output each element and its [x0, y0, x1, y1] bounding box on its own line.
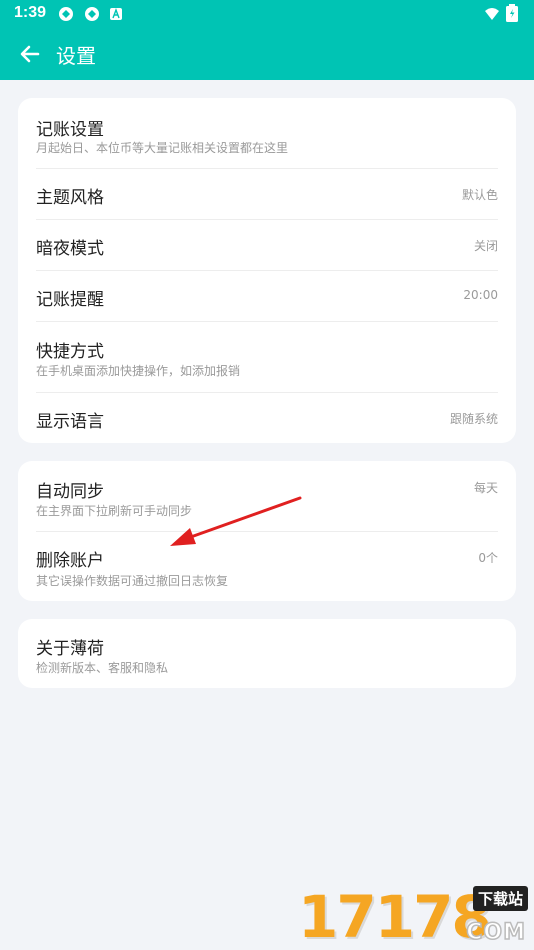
row-value: 20:00 [463, 288, 498, 302]
watermark-logo: 17178 下载站 COM [298, 884, 528, 950]
row-subtitle: 在手机桌面添加快捷操作，如添加报销 [36, 364, 241, 378]
wifi-icon [485, 8, 499, 20]
top-bar: 1:39 设置 [0, 0, 534, 80]
watermark-tag: 下载站 [472, 886, 528, 911]
page-title: 设置 [56, 44, 96, 68]
row-value: 跟随系统 [449, 412, 498, 426]
row-value: 0个 [478, 551, 498, 565]
row-subtitle: 检测新版本、客服和隐私 [36, 661, 169, 675]
arrow-left-icon[interactable] [16, 40, 44, 68]
watermark-number: 17178 [298, 883, 492, 950]
watermark-domain: COM [466, 919, 526, 946]
row-value: 关闭 [473, 239, 498, 253]
setting-row-dark-mode[interactable]: 暗夜模式 关闭 [18, 220, 516, 270]
row-subtitle: 月起始日、本位币等大量记账相关设置都在这里 [36, 141, 289, 155]
notification-a-icon [110, 8, 122, 20]
row-title: 记账设置 [36, 120, 104, 140]
vpn-icon [59, 7, 73, 21]
app-bar: 设置 [0, 28, 534, 80]
battery-icon [506, 4, 518, 22]
settings-card-about: 关于薄荷 检测新版本、客服和隐私 [18, 619, 516, 688]
status-bar: 1:39 [0, 0, 534, 28]
row-title: 主题风格 [36, 188, 104, 208]
row-title: 关于薄荷 [36, 639, 104, 659]
setting-row-bookkeeping[interactable]: 记账设置 月起始日、本位币等大量记账相关设置都在这里 [18, 98, 516, 168]
row-title: 暗夜模式 [36, 239, 104, 259]
row-title: 快捷方式 [36, 342, 104, 362]
settings-card-general: 记账设置 月起始日、本位币等大量记账相关设置都在这里 主题风格 默认色 暗夜模式… [18, 98, 516, 443]
row-title: 显示语言 [36, 412, 104, 432]
setting-row-shortcut[interactable]: 快捷方式 在手机桌面添加快捷操作，如添加报销 [18, 322, 516, 392]
row-title: 记账提醒 [36, 290, 104, 310]
setting-row-reminder[interactable]: 记账提醒 20:00 [18, 271, 516, 321]
vpn-icon [85, 7, 99, 21]
row-value: 每天 [473, 481, 498, 495]
row-subtitle: 其它误操作数据可通过撤回日志恢复 [36, 574, 229, 588]
annotation-arrow-icon [170, 496, 302, 546]
row-value: 默认色 [461, 188, 498, 202]
row-title: 自动同步 [36, 482, 104, 502]
status-time: 1:39 [14, 4, 47, 21]
row-title: 删除账户 [36, 551, 104, 571]
setting-row-theme[interactable]: 主题风格 默认色 [18, 169, 516, 219]
setting-row-language[interactable]: 显示语言 跟随系统 [18, 393, 516, 443]
setting-row-about[interactable]: 关于薄荷 检测新版本、客服和隐私 [18, 619, 516, 688]
